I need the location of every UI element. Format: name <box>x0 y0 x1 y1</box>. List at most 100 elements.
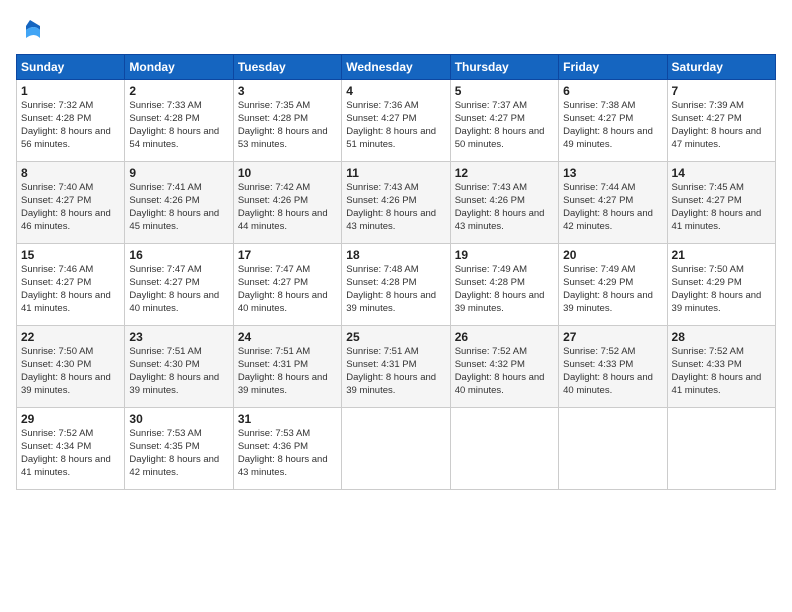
calendar-cell: 11Sunrise: 7:43 AMSunset: 4:26 PMDayligh… <box>342 162 450 244</box>
day-info: Sunrise: 7:51 AMSunset: 4:31 PMDaylight:… <box>238 346 337 397</box>
calendar-cell: 15Sunrise: 7:46 AMSunset: 4:27 PMDayligh… <box>17 244 125 326</box>
day-number: 4 <box>346 83 445 99</box>
calendar-header-row: SundayMondayTuesdayWednesdayThursdayFrid… <box>17 55 776 80</box>
day-number: 7 <box>672 83 771 99</box>
calendar-cell: 16Sunrise: 7:47 AMSunset: 4:27 PMDayligh… <box>125 244 233 326</box>
calendar-cell: 12Sunrise: 7:43 AMSunset: 4:26 PMDayligh… <box>450 162 558 244</box>
calendar-cell: 7Sunrise: 7:39 AMSunset: 4:27 PMDaylight… <box>667 80 775 162</box>
calendar-cell: 3Sunrise: 7:35 AMSunset: 4:28 PMDaylight… <box>233 80 341 162</box>
day-info: Sunrise: 7:49 AMSunset: 4:29 PMDaylight:… <box>563 264 662 315</box>
calendar-cell <box>342 408 450 490</box>
day-info: Sunrise: 7:37 AMSunset: 4:27 PMDaylight:… <box>455 100 554 151</box>
calendar-cell: 2Sunrise: 7:33 AMSunset: 4:28 PMDaylight… <box>125 80 233 162</box>
day-info: Sunrise: 7:42 AMSunset: 4:26 PMDaylight:… <box>238 182 337 233</box>
day-number: 3 <box>238 83 337 99</box>
day-info: Sunrise: 7:52 AMSunset: 4:33 PMDaylight:… <box>672 346 771 397</box>
day-info: Sunrise: 7:51 AMSunset: 4:30 PMDaylight:… <box>129 346 228 397</box>
calendar-cell: 21Sunrise: 7:50 AMSunset: 4:29 PMDayligh… <box>667 244 775 326</box>
day-info: Sunrise: 7:49 AMSunset: 4:28 PMDaylight:… <box>455 264 554 315</box>
calendar-cell: 22Sunrise: 7:50 AMSunset: 4:30 PMDayligh… <box>17 326 125 408</box>
calendar-header-cell: Saturday <box>667 55 775 80</box>
calendar-cell: 30Sunrise: 7:53 AMSunset: 4:35 PMDayligh… <box>125 408 233 490</box>
logo-icon <box>16 16 44 44</box>
day-number: 15 <box>21 247 120 263</box>
day-info: Sunrise: 7:38 AMSunset: 4:27 PMDaylight:… <box>563 100 662 151</box>
calendar-header-cell: Thursday <box>450 55 558 80</box>
calendar-cell: 23Sunrise: 7:51 AMSunset: 4:30 PMDayligh… <box>125 326 233 408</box>
day-info: Sunrise: 7:36 AMSunset: 4:27 PMDaylight:… <box>346 100 445 151</box>
header <box>16 16 776 44</box>
day-info: Sunrise: 7:53 AMSunset: 4:35 PMDaylight:… <box>129 428 228 479</box>
calendar-week-row: 22Sunrise: 7:50 AMSunset: 4:30 PMDayligh… <box>17 326 776 408</box>
day-number: 19 <box>455 247 554 263</box>
day-number: 30 <box>129 411 228 427</box>
day-info: Sunrise: 7:40 AMSunset: 4:27 PMDaylight:… <box>21 182 120 233</box>
calendar-cell: 1Sunrise: 7:32 AMSunset: 4:28 PMDaylight… <box>17 80 125 162</box>
calendar-cell: 10Sunrise: 7:42 AMSunset: 4:26 PMDayligh… <box>233 162 341 244</box>
day-number: 31 <box>238 411 337 427</box>
day-number: 11 <box>346 165 445 181</box>
day-info: Sunrise: 7:46 AMSunset: 4:27 PMDaylight:… <box>21 264 120 315</box>
calendar-cell: 5Sunrise: 7:37 AMSunset: 4:27 PMDaylight… <box>450 80 558 162</box>
calendar-week-row: 8Sunrise: 7:40 AMSunset: 4:27 PMDaylight… <box>17 162 776 244</box>
day-info: Sunrise: 7:35 AMSunset: 4:28 PMDaylight:… <box>238 100 337 151</box>
calendar-cell: 18Sunrise: 7:48 AMSunset: 4:28 PMDayligh… <box>342 244 450 326</box>
day-info: Sunrise: 7:41 AMSunset: 4:26 PMDaylight:… <box>129 182 228 233</box>
day-number: 27 <box>563 329 662 345</box>
day-info: Sunrise: 7:51 AMSunset: 4:31 PMDaylight:… <box>346 346 445 397</box>
calendar-table: SundayMondayTuesdayWednesdayThursdayFrid… <box>16 54 776 490</box>
calendar-header-cell: Sunday <box>17 55 125 80</box>
day-number: 29 <box>21 411 120 427</box>
day-info: Sunrise: 7:32 AMSunset: 4:28 PMDaylight:… <box>21 100 120 151</box>
day-number: 25 <box>346 329 445 345</box>
calendar-cell: 8Sunrise: 7:40 AMSunset: 4:27 PMDaylight… <box>17 162 125 244</box>
calendar-week-row: 1Sunrise: 7:32 AMSunset: 4:28 PMDaylight… <box>17 80 776 162</box>
calendar-week-row: 29Sunrise: 7:52 AMSunset: 4:34 PMDayligh… <box>17 408 776 490</box>
calendar-cell: 31Sunrise: 7:53 AMSunset: 4:36 PMDayligh… <box>233 408 341 490</box>
day-info: Sunrise: 7:50 AMSunset: 4:29 PMDaylight:… <box>672 264 771 315</box>
calendar-header-cell: Wednesday <box>342 55 450 80</box>
day-info: Sunrise: 7:44 AMSunset: 4:27 PMDaylight:… <box>563 182 662 233</box>
calendar-cell: 26Sunrise: 7:52 AMSunset: 4:32 PMDayligh… <box>450 326 558 408</box>
day-info: Sunrise: 7:52 AMSunset: 4:34 PMDaylight:… <box>21 428 120 479</box>
calendar-header-cell: Monday <box>125 55 233 80</box>
day-number: 20 <box>563 247 662 263</box>
day-number: 2 <box>129 83 228 99</box>
day-info: Sunrise: 7:47 AMSunset: 4:27 PMDaylight:… <box>129 264 228 315</box>
calendar-cell: 9Sunrise: 7:41 AMSunset: 4:26 PMDaylight… <box>125 162 233 244</box>
calendar-cell: 24Sunrise: 7:51 AMSunset: 4:31 PMDayligh… <box>233 326 341 408</box>
day-number: 1 <box>21 83 120 99</box>
day-number: 6 <box>563 83 662 99</box>
day-info: Sunrise: 7:47 AMSunset: 4:27 PMDaylight:… <box>238 264 337 315</box>
day-info: Sunrise: 7:50 AMSunset: 4:30 PMDaylight:… <box>21 346 120 397</box>
calendar-cell: 19Sunrise: 7:49 AMSunset: 4:28 PMDayligh… <box>450 244 558 326</box>
calendar-cell: 4Sunrise: 7:36 AMSunset: 4:27 PMDaylight… <box>342 80 450 162</box>
calendar-body: 1Sunrise: 7:32 AMSunset: 4:28 PMDaylight… <box>17 80 776 490</box>
day-number: 28 <box>672 329 771 345</box>
page: SundayMondayTuesdayWednesdayThursdayFrid… <box>0 0 792 612</box>
calendar-header-cell: Friday <box>559 55 667 80</box>
calendar-cell: 13Sunrise: 7:44 AMSunset: 4:27 PMDayligh… <box>559 162 667 244</box>
day-info: Sunrise: 7:52 AMSunset: 4:33 PMDaylight:… <box>563 346 662 397</box>
day-number: 9 <box>129 165 228 181</box>
day-number: 14 <box>672 165 771 181</box>
calendar-cell: 28Sunrise: 7:52 AMSunset: 4:33 PMDayligh… <box>667 326 775 408</box>
day-number: 12 <box>455 165 554 181</box>
day-info: Sunrise: 7:43 AMSunset: 4:26 PMDaylight:… <box>346 182 445 233</box>
day-number: 5 <box>455 83 554 99</box>
day-info: Sunrise: 7:52 AMSunset: 4:32 PMDaylight:… <box>455 346 554 397</box>
calendar-cell <box>559 408 667 490</box>
calendar-cell <box>450 408 558 490</box>
day-number: 23 <box>129 329 228 345</box>
day-number: 18 <box>346 247 445 263</box>
day-number: 17 <box>238 247 337 263</box>
day-number: 26 <box>455 329 554 345</box>
calendar-cell: 14Sunrise: 7:45 AMSunset: 4:27 PMDayligh… <box>667 162 775 244</box>
day-number: 8 <box>21 165 120 181</box>
day-number: 24 <box>238 329 337 345</box>
calendar-cell: 29Sunrise: 7:52 AMSunset: 4:34 PMDayligh… <box>17 408 125 490</box>
day-number: 22 <box>21 329 120 345</box>
day-info: Sunrise: 7:43 AMSunset: 4:26 PMDaylight:… <box>455 182 554 233</box>
calendar-cell: 25Sunrise: 7:51 AMSunset: 4:31 PMDayligh… <box>342 326 450 408</box>
calendar-cell: 17Sunrise: 7:47 AMSunset: 4:27 PMDayligh… <box>233 244 341 326</box>
